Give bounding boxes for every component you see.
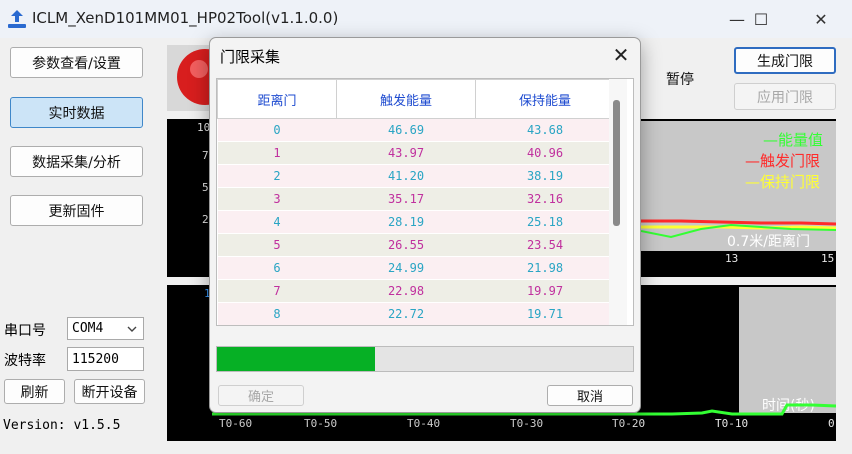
scrollbar-thumb[interactable] <box>613 100 620 226</box>
app-logo-icon <box>8 10 26 28</box>
y-tick: 2 <box>202 213 209 226</box>
x-tick: T0-60 <box>219 417 253 430</box>
cell-hold: 25.18 <box>475 210 615 234</box>
cell-gate: 5 <box>217 233 337 257</box>
cell-trigger: 28.19 <box>336 210 476 234</box>
port-value: COM4 <box>72 321 104 336</box>
table-row[interactable]: 4 28.19 25.18 <box>217 210 615 234</box>
update-firmware-button[interactable]: 更新固件 <box>10 195 143 226</box>
progress-fill <box>217 347 376 371</box>
cell-hold: 23.54 <box>475 233 615 257</box>
progress-bar <box>216 346 634 372</box>
cell-gate: 3 <box>217 187 337 211</box>
y-tick: 7 <box>202 149 209 162</box>
threshold-collect-dialog: 门限采集 ✕ 距离门 触发能量 保持能量 0 46.69 43.68 1 43.97 40… <box>209 37 641 413</box>
cell-hold: 19.97 <box>475 279 615 303</box>
chevron-down-icon <box>127 326 137 332</box>
cell-gate: 9 <box>218 326 337 327</box>
cancel-button[interactable]: 取消 <box>547 385 633 406</box>
cell-trigger: 22.98 <box>336 279 476 303</box>
legend-hold: —保持门限 <box>745 173 821 191</box>
maximize-button[interactable]: ☐ <box>738 0 784 38</box>
port-label: 串口号 <box>4 323 46 339</box>
x-tick: T0-10 <box>715 417 749 430</box>
x-tick: T0-50 <box>304 417 338 430</box>
disconnect-button[interactable]: 断开设备 <box>74 379 145 404</box>
x-tick: T0-30 <box>510 417 544 430</box>
realtime-data-button[interactable]: 实时数据 <box>10 97 143 128</box>
cell-trigger: 22.72 <box>336 302 476 325</box>
table-row[interactable]: 922.1719.16 <box>218 326 615 327</box>
x-tick: 0 <box>828 417 835 430</box>
port-select[interactable]: COM4 <box>67 317 144 340</box>
cell-trigger: 22.17 <box>337 326 476 327</box>
cell-trigger: 26.55 <box>336 233 476 257</box>
title-bar: ICLM_XenD101MM01_HP02Tool(v1.1.0.0) — ☐ … <box>0 0 852 38</box>
cell-gate: 2 <box>217 164 337 188</box>
legend-trigger: —触发门限 <box>745 152 821 170</box>
legend-energy: —能量值 <box>763 131 824 149</box>
cell-hold: 43.68 <box>475 118 615 142</box>
table-row[interactable]: 5 26.55 23.54 <box>217 233 615 257</box>
cell-gate: 4 <box>217 210 337 234</box>
param-settings-button[interactable]: 参数查看/设置 <box>10 47 143 78</box>
close-icon: ✕ <box>814 9 828 29</box>
confirm-button[interactable]: 确定 <box>218 385 304 406</box>
data-collect-analysis-button[interactable]: 数据采集/分析 <box>10 146 143 177</box>
x-unit-label: 0.7米/距离门 <box>727 234 810 250</box>
table-row[interactable]: 1 43.97 40.96 <box>217 141 615 165</box>
table-row[interactable]: 0 46.69 43.68 <box>217 118 615 142</box>
window-title: ICLM_XenD101MM01_HP02Tool(v1.1.0.0) <box>32 9 339 27</box>
x-tick: T0-40 <box>407 417 441 430</box>
column-header-hold[interactable]: 保持能量 <box>475 79 615 119</box>
cell-trigger: 46.69 <box>336 118 476 142</box>
cell-hold: 21.98 <box>475 256 615 280</box>
table-row[interactable]: 2 41.20 38.19 <box>217 164 615 188</box>
table-row[interactable]: 7 22.98 19.97 <box>217 279 615 303</box>
cell-trigger: 24.99 <box>336 256 476 280</box>
column-header-trigger[interactable]: 触发能量 <box>336 79 476 119</box>
cell-trigger: 35.17 <box>336 187 476 211</box>
cell-trigger: 43.97 <box>336 141 476 165</box>
x-tick: 15 <box>821 252 835 265</box>
table-row[interactable]: 6 24.99 21.98 <box>217 256 615 280</box>
cell-gate: 1 <box>217 141 337 165</box>
threshold-table[interactable]: 距离门 触发能量 保持能量 0 46.69 43.68 1 43.97 40.96 2 41.… <box>216 78 634 326</box>
cell-hold: 32.16 <box>475 187 615 211</box>
indicator-panel <box>167 45 213 111</box>
close-icon: ✕ <box>612 43 630 67</box>
table-row[interactable]: 8 22.72 19.71 <box>217 302 615 325</box>
baud-label: 波特率 <box>4 353 46 369</box>
maximize-icon: ☐ <box>753 9 769 29</box>
generate-threshold-button[interactable]: 生成门限 <box>734 47 836 74</box>
dialog-title: 门限采集 <box>220 48 281 66</box>
record-indicator-icon <box>177 49 213 105</box>
apply-threshold-button[interactable]: 应用门限 <box>734 83 836 110</box>
cell-gate: 7 <box>217 279 337 303</box>
cell-trigger: 41.20 <box>336 164 476 188</box>
dialog-close-button[interactable]: ✕ <box>606 40 636 70</box>
cell-gate: 0 <box>217 118 337 142</box>
pause-button[interactable]: 暂停 <box>640 58 720 100</box>
cell-hold: 38.19 <box>475 164 615 188</box>
close-window-button[interactable]: ✕ <box>798 0 844 38</box>
cell-hold: 40.96 <box>475 141 615 165</box>
cell-hold: 19.16 <box>476 326 615 327</box>
baud-input[interactable]: 115200 <box>67 347 144 371</box>
cell-gate: 6 <box>217 256 337 280</box>
column-header-gate[interactable]: 距离门 <box>217 79 337 119</box>
version-text: Version: v1.5.5 <box>3 418 121 433</box>
refresh-button[interactable]: 刷新 <box>4 379 65 404</box>
y-tick: 5 <box>202 181 209 194</box>
cell-hold: 19.71 <box>475 302 615 325</box>
cell-gate: 8 <box>217 302 337 325</box>
table-row[interactable]: 3 35.17 32.16 <box>217 187 615 211</box>
x-tick: 13 <box>725 252 739 265</box>
x-tick: T0-20 <box>612 417 646 430</box>
